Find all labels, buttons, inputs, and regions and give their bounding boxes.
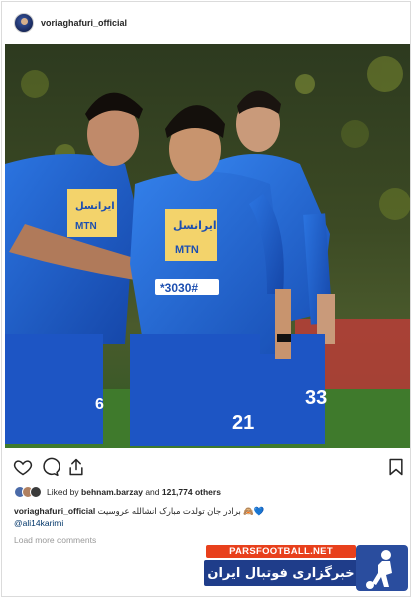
sponsor-code: *3030# bbox=[160, 281, 198, 295]
shirt-sponsor-left: ایرانسل bbox=[75, 201, 115, 212]
parsfootball-watermark: PARSFOOTBALL.NET خبرگزاری فوتبال ایران bbox=[204, 543, 410, 595]
comment-icon[interactable] bbox=[40, 457, 60, 477]
parsfootball-logo-icon bbox=[356, 545, 408, 591]
likes-row: Liked by behnam.barzay and 121,774 other… bbox=[14, 484, 221, 500]
post-header: voriaghafuri_official bbox=[2, 2, 410, 44]
shirt-sponsor-mtn-left: MTN bbox=[75, 221, 97, 232]
liker-username[interactable]: behnam.barzay bbox=[81, 487, 143, 497]
jersey-number-33: 33 bbox=[305, 387, 327, 409]
heart-icon[interactable] bbox=[13, 457, 33, 477]
share-icon[interactable] bbox=[66, 457, 86, 477]
shirt-sponsor-center: ایرانسل bbox=[173, 219, 217, 232]
likes-and: and bbox=[145, 487, 160, 497]
caption-text: برادر جان تولدت مبارک انشالله عروسیت 🙈💙 bbox=[97, 506, 265, 516]
liker-avatar[interactable] bbox=[30, 486, 42, 498]
banner-site-name: PARSFOOTBALL.NET bbox=[206, 545, 356, 558]
post-caption: voriaghafuri_official برادر جان تولدت مب… bbox=[14, 505, 404, 529]
caption-username[interactable]: voriaghafuri_official bbox=[14, 506, 95, 516]
post-username[interactable]: voriaghafuri_official bbox=[41, 18, 127, 28]
instagram-post-card: voriaghafuri_official 33 ایرانسل MTN 6 ا… bbox=[1, 1, 411, 597]
post-photo[interactable]: 33 ایرانسل MTN 6 ایرانسل MTN *3030# 21 bbox=[5, 44, 410, 448]
jersey-number-21: 21 bbox=[232, 412, 254, 434]
profile-avatar[interactable] bbox=[14, 13, 34, 33]
likes-prefix: Liked by bbox=[47, 487, 79, 497]
caption-mention[interactable]: @ali14karimi bbox=[14, 518, 63, 528]
jersey-number-6: 6 bbox=[95, 396, 104, 413]
likes-count[interactable]: 121,774 others bbox=[162, 487, 221, 497]
load-more-comments-link[interactable]: Load more comments bbox=[14, 535, 96, 545]
bookmark-icon[interactable] bbox=[386, 457, 406, 477]
banner-tagline: خبرگزاری فوتبال ایران bbox=[204, 560, 358, 586]
post-actions bbox=[2, 457, 410, 481]
shirt-sponsor-mtn-center: MTN bbox=[175, 244, 199, 256]
likes-text: Liked by behnam.barzay and 121,774 other… bbox=[47, 487, 221, 497]
football-players-image: 33 ایرانسل MTN 6 ایرانسل MTN *3030# 21 bbox=[5, 44, 410, 448]
